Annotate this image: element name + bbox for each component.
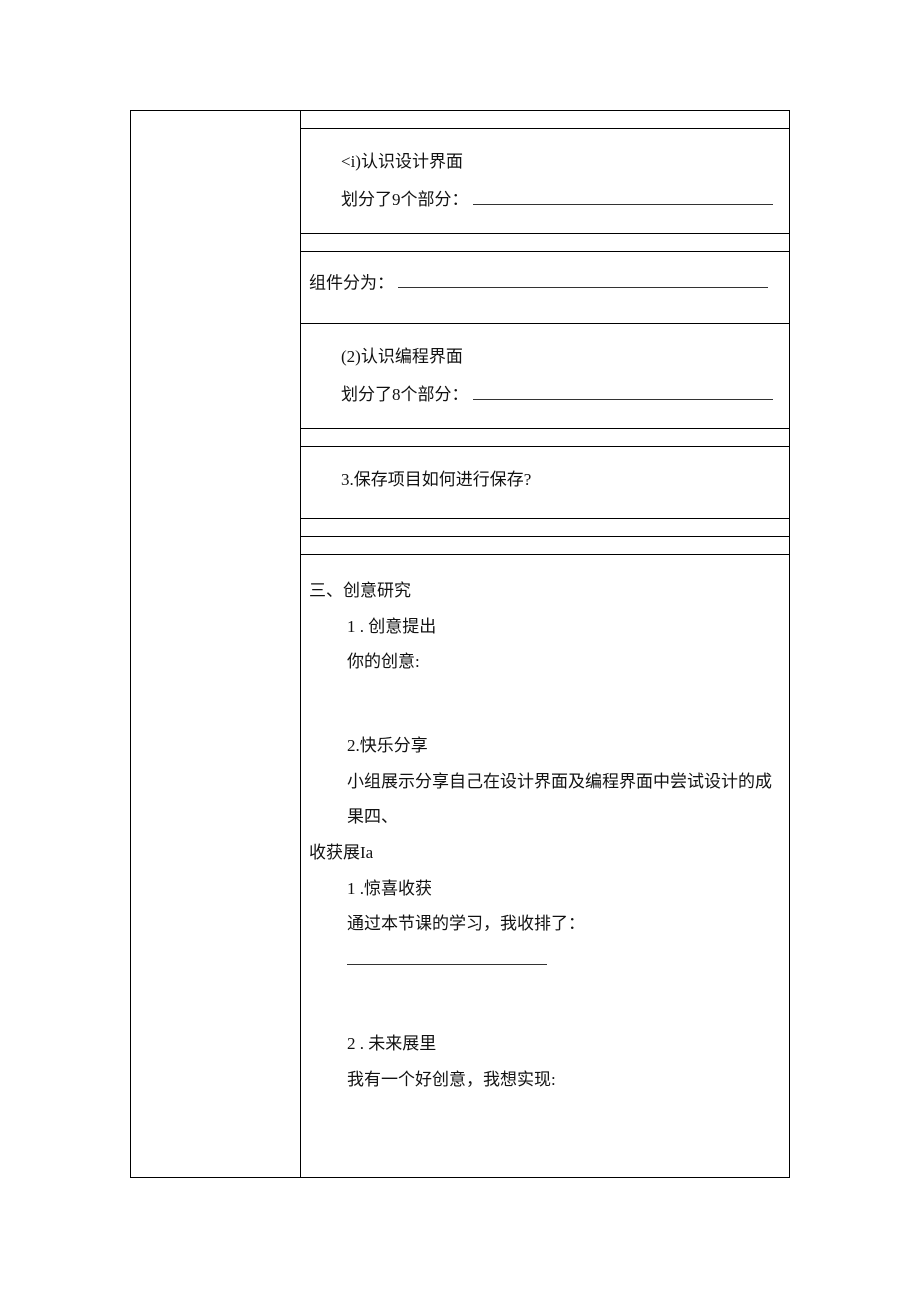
row-save-project: 3.保存项目如何进行保存? <box>301 446 790 518</box>
gap-1 <box>309 680 777 704</box>
label-learned: 通过本节课的学习，我收排了： <box>347 914 585 933</box>
row-blank-5 <box>301 536 790 554</box>
blank-line-1[interactable] <box>473 185 773 205</box>
text-components: 组件分为： <box>309 262 773 313</box>
blank-line-4[interactable] <box>347 945 547 965</box>
body-group-share: 小组展示分享自己在设计界面及编程界面中尝试设计的成果四、 <box>309 764 777 835</box>
blank-line-3[interactable] <box>473 380 773 400</box>
body-harvest-ia: 收获展Ia <box>309 835 777 871</box>
label-9-parts: 划分了9个部分： <box>341 190 469 209</box>
text-design-parts: 划分了9个部分： <box>341 183 773 217</box>
body-future-idea: 我有一个好创意，我想实现: <box>309 1062 777 1098</box>
blank-line-2[interactable] <box>398 268 768 288</box>
left-column-empty <box>131 111 301 1178</box>
gap-3b <box>309 1121 777 1145</box>
label-8-parts: 划分了8个部分： <box>341 385 469 404</box>
text-coding-interface-title: (2)认识编程界面 <box>341 340 773 374</box>
title-2-share: 2.快乐分享 <box>309 728 777 764</box>
title-3-surprise: 1 .惊喜收获 <box>309 871 777 907</box>
title-1-idea: 1 . 创意提出 <box>309 609 777 645</box>
text-coding-parts: 划分了8个部分： <box>341 378 773 412</box>
body-your-idea: 你的创意: <box>309 644 777 680</box>
row-coding-interface: (2)认识编程界面 划分了8个部分： <box>301 323 790 428</box>
worksheet-table: <i)认识设计界面 划分了9个部分： 组件分为： (2)认识编程界面 划分了8个… <box>130 110 790 1178</box>
row-blank-4 <box>301 518 790 536</box>
body-learned: 通过本节课的学习，我收排了： <box>309 906 777 977</box>
heading-section-3: 三、创意研究 <box>309 573 777 609</box>
row-design-interface: <i)认识设计界面 划分了9个部分： <box>301 129 790 234</box>
row-blank-2 <box>301 234 790 252</box>
label-components: 组件分为： <box>309 273 394 292</box>
gap-3 <box>309 1097 777 1121</box>
title-4-future: 2 . 未来展里 <box>309 1026 777 1062</box>
text-design-interface-title: <i)认识设计界面 <box>341 145 773 179</box>
row-components: 组件分为： <box>301 252 790 324</box>
gap-3c <box>309 1145 777 1169</box>
section-3-content: 三、创意研究 1 . 创意提出 你的创意: 2.快乐分享 小组展示分享自己在设计… <box>301 555 789 1177</box>
text-save-project: 3.保存项目如何进行保存? <box>341 463 773 497</box>
row-blank-3 <box>301 428 790 446</box>
row-section-3: 三、创意研究 1 . 创意提出 你的创意: 2.快乐分享 小组展示分享自己在设计… <box>301 554 790 1177</box>
row-blank-1 <box>301 111 790 129</box>
gap-1b <box>309 704 777 728</box>
gap-2b <box>309 1002 777 1026</box>
gap-2 <box>309 978 777 1002</box>
